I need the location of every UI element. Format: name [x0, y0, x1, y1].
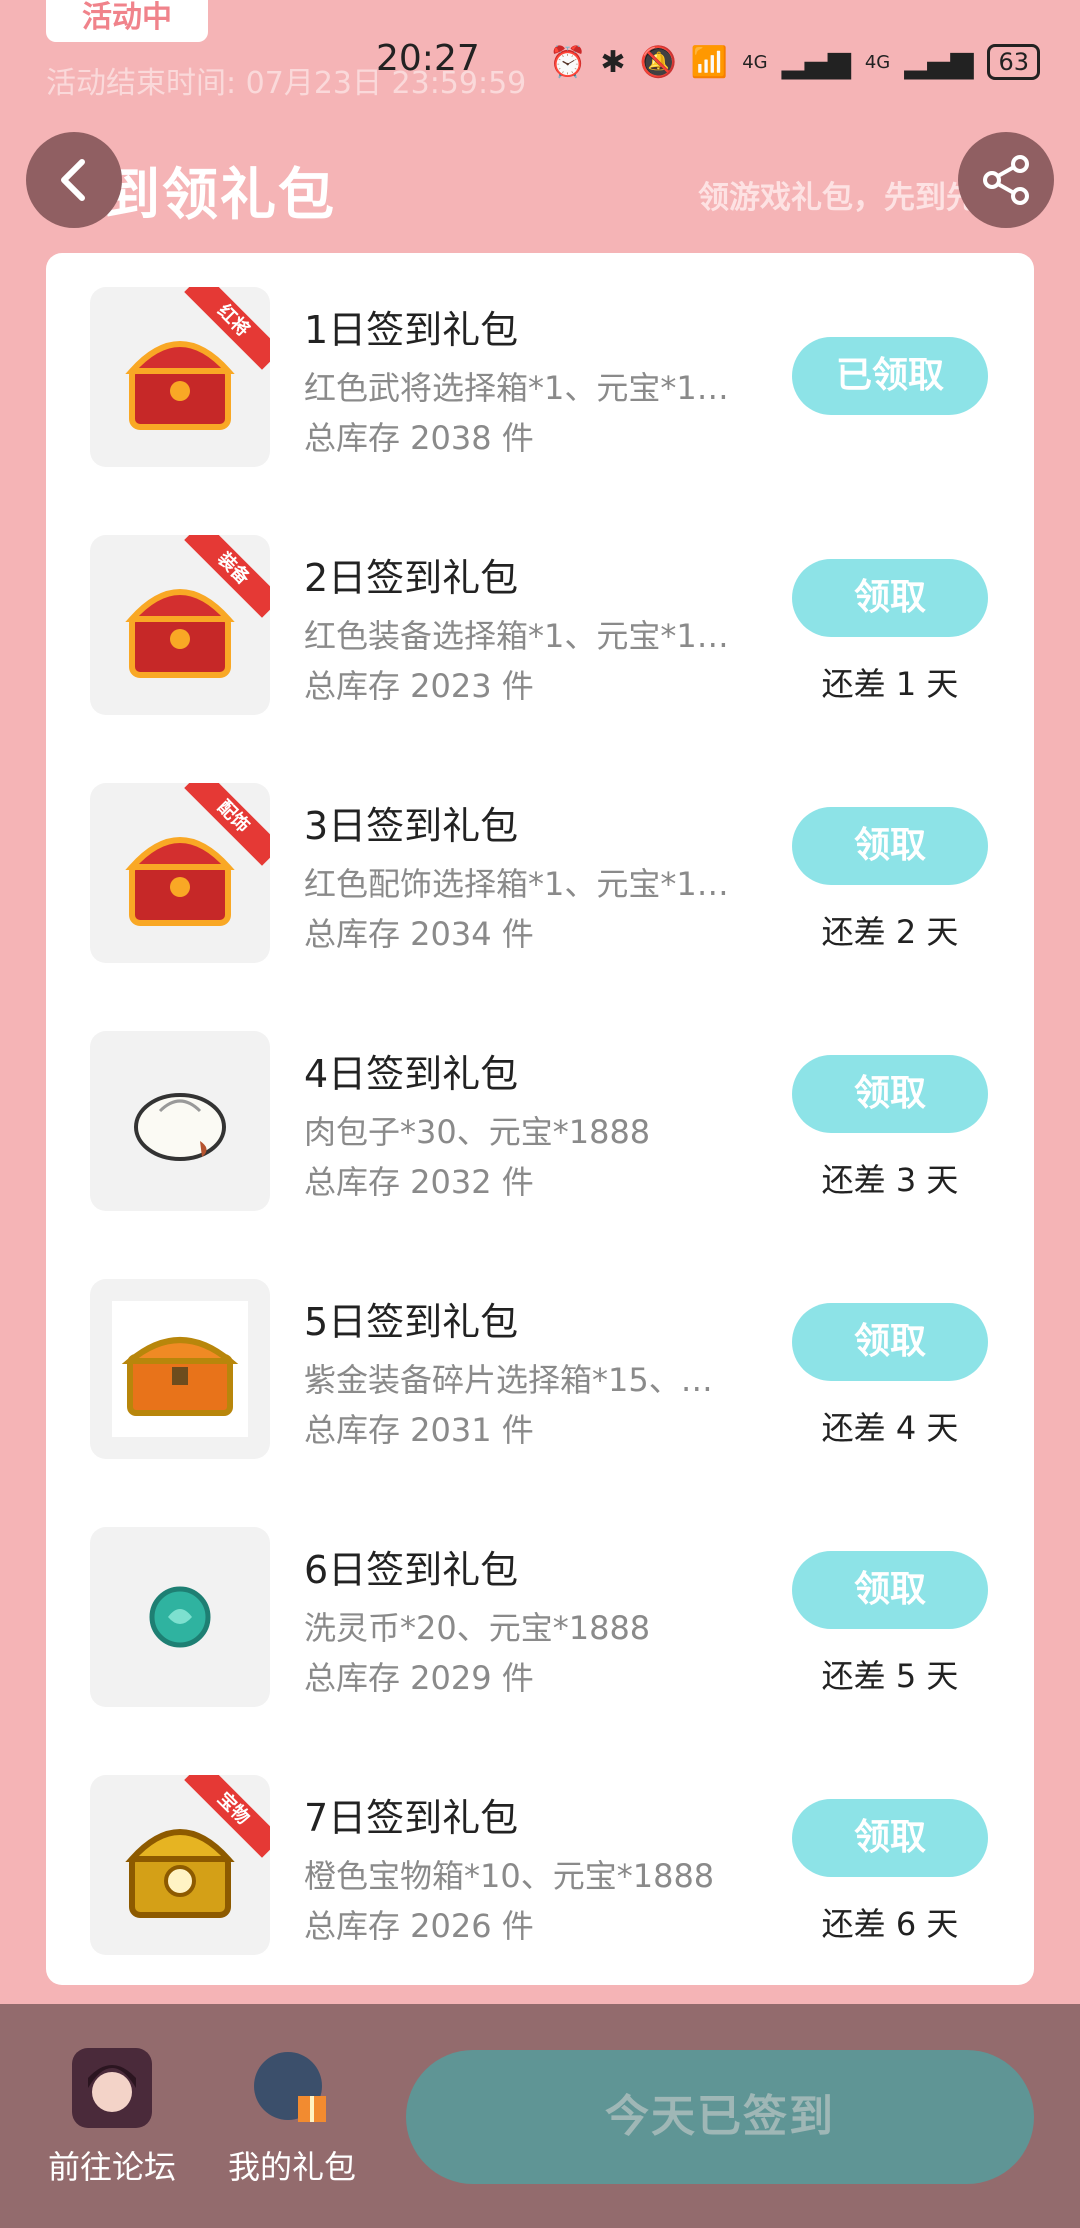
gift-stock: 总库存 2029 件 [304, 1659, 534, 1697]
alarm-icon: ⏰ [548, 44, 587, 80]
gift-item-day-1: 红将 1日签到礼包 红色武将选择箱*1、元宝*1888 总库存 2038 件 已… [46, 287, 1034, 467]
gift-description: 红色配饰选择箱*1、元宝*1888 [304, 865, 744, 903]
gift-stock: 总库存 2031 件 [304, 1411, 534, 1449]
gift-thumbnail: 红将 [90, 287, 270, 467]
jade-coin-icon [149, 1586, 211, 1648]
gift-thumbnail: 装备 [90, 535, 270, 715]
share-button[interactable] [958, 132, 1054, 228]
days-remaining: 还差 2 天 [821, 913, 959, 951]
gift-box-avatar-icon [254, 2052, 326, 2122]
orange-chest-icon [112, 1301, 248, 1437]
forum-label: 前往论坛 [47, 2148, 176, 2186]
claim-button[interactable]: 领取 [792, 1799, 988, 1877]
days-remaining: 还差 4 天 [821, 1409, 959, 1447]
claimed-button[interactable]: 已领取 [792, 337, 988, 415]
claim-button[interactable]: 领取 [792, 1055, 988, 1133]
gift-item-day-4: 4日签到礼包 肉包子*30、元宝*1888 总库存 2032 件 领取 还差 3… [46, 1031, 1034, 1211]
activity-badge: 活动中 [46, 0, 208, 42]
share-icon [983, 155, 1029, 205]
gift-item-day-5: 5日签到礼包 紫金装备碎片选择箱*15、元宝*1888 总库存 2031 件 领… [46, 1279, 1034, 1459]
forum-link[interactable]: 前往论坛 [22, 2048, 202, 2188]
gift-thumbnail [90, 1527, 270, 1707]
gift-title: 6日签到礼包 [304, 1548, 519, 1592]
gift-item-day-2: 装备 2日签到礼包 红色装备选择箱*1、元宝*1888 总库存 2023 件 领… [46, 535, 1034, 715]
wifi-icon: 📶 [690, 44, 729, 80]
meat-bun-icon [134, 1093, 226, 1161]
gift-title: 3日签到礼包 [304, 804, 519, 848]
days-remaining: 还差 3 天 [821, 1161, 959, 1199]
gift-title: 5日签到礼包 [304, 1300, 519, 1344]
days-remaining: 还差 5 天 [821, 1657, 959, 1695]
claim-button[interactable]: 领取 [792, 559, 988, 637]
claim-button[interactable]: 领取 [792, 807, 988, 885]
gift-stock: 总库存 2038 件 [304, 419, 534, 457]
gift-title: 2日签到礼包 [304, 556, 519, 600]
gift-item-day-7: 宝物 7日签到礼包 橙色宝物箱*10、元宝*1888 总库存 2026 件 领取… [46, 1775, 1034, 1955]
signal-icon-2: ▂▄▆ [904, 44, 974, 80]
gift-thumbnail: 宝物 [90, 1775, 270, 1955]
forum-avatar-icon [72, 2048, 152, 2128]
gift-thumbnail [90, 1031, 270, 1211]
gift-item-day-6: 6日签到礼包 洗灵币*20、元宝*1888 总库存 2029 件 领取 还差 5… [46, 1527, 1034, 1707]
status-icons: ⏰ ✱ 🔕 📶 4G ▂▄▆ 4G ▂▄▆ 63 [549, 44, 1040, 80]
gift-stock: 总库存 2026 件 [304, 1907, 534, 1945]
bluetooth-icon: ✱ [600, 44, 626, 80]
gift-thumbnail [90, 1279, 270, 1459]
gift-description: 橙色宝物箱*10、元宝*1888 [304, 1857, 715, 1895]
gift-thumbnail: 配饰 [90, 783, 270, 963]
gift-stock: 总库存 2023 件 [304, 667, 534, 705]
gift-stock: 总库存 2032 件 [304, 1163, 534, 1201]
claim-button[interactable]: 领取 [792, 1551, 988, 1629]
checked-in-today-button[interactable]: 今天已签到 [406, 2050, 1034, 2184]
chevron-left-icon [61, 159, 85, 201]
my-gifts-link[interactable]: 我的礼包 [202, 2048, 382, 2188]
network-label-2: 4G [864, 51, 891, 73]
claim-button[interactable]: 领取 [792, 1303, 988, 1381]
gift-title: 7日签到礼包 [304, 1796, 519, 1840]
battery-icon: 63 [987, 44, 1040, 80]
gift-title: 1日签到礼包 [304, 308, 519, 352]
gift-item-day-3: 配饰 3日签到礼包 红色配饰选择箱*1、元宝*1888 总库存 2034 件 领… [46, 783, 1034, 963]
days-remaining: 还差 6 天 [821, 1905, 959, 1943]
gift-description: 红色装备选择箱*1、元宝*1888 [304, 617, 744, 655]
gift-title: 4日签到礼包 [304, 1052, 519, 1096]
my-gifts-label: 我的礼包 [227, 2148, 356, 2186]
bottom-bar: 前往论坛 我的礼包 今天已签到 [0, 2004, 1080, 2228]
gift-description: 洗灵币*20、元宝*1888 [304, 1609, 651, 1647]
gift-description: 红色武将选择箱*1、元宝*1888 [304, 369, 744, 407]
gift-description: 紫金装备碎片选择箱*15、元宝*1888 [304, 1361, 744, 1399]
days-remaining: 还差 1 天 [821, 665, 959, 703]
gift-description: 肉包子*30、元宝*1888 [304, 1113, 651, 1151]
back-button[interactable] [26, 132, 122, 228]
network-label: 4G [742, 51, 768, 73]
gift-list: 红将 1日签到礼包 红色武将选择箱*1、元宝*1888 总库存 2038 件 已… [46, 253, 1034, 1985]
activity-end-time: 活动结束时间: 07月23日 23:59:59 [46, 66, 527, 101]
gift-stock: 总库存 2034 件 [304, 915, 534, 953]
mute-icon: 🔕 [639, 44, 677, 80]
signal-icon: ▂▄▆ [781, 44, 851, 80]
